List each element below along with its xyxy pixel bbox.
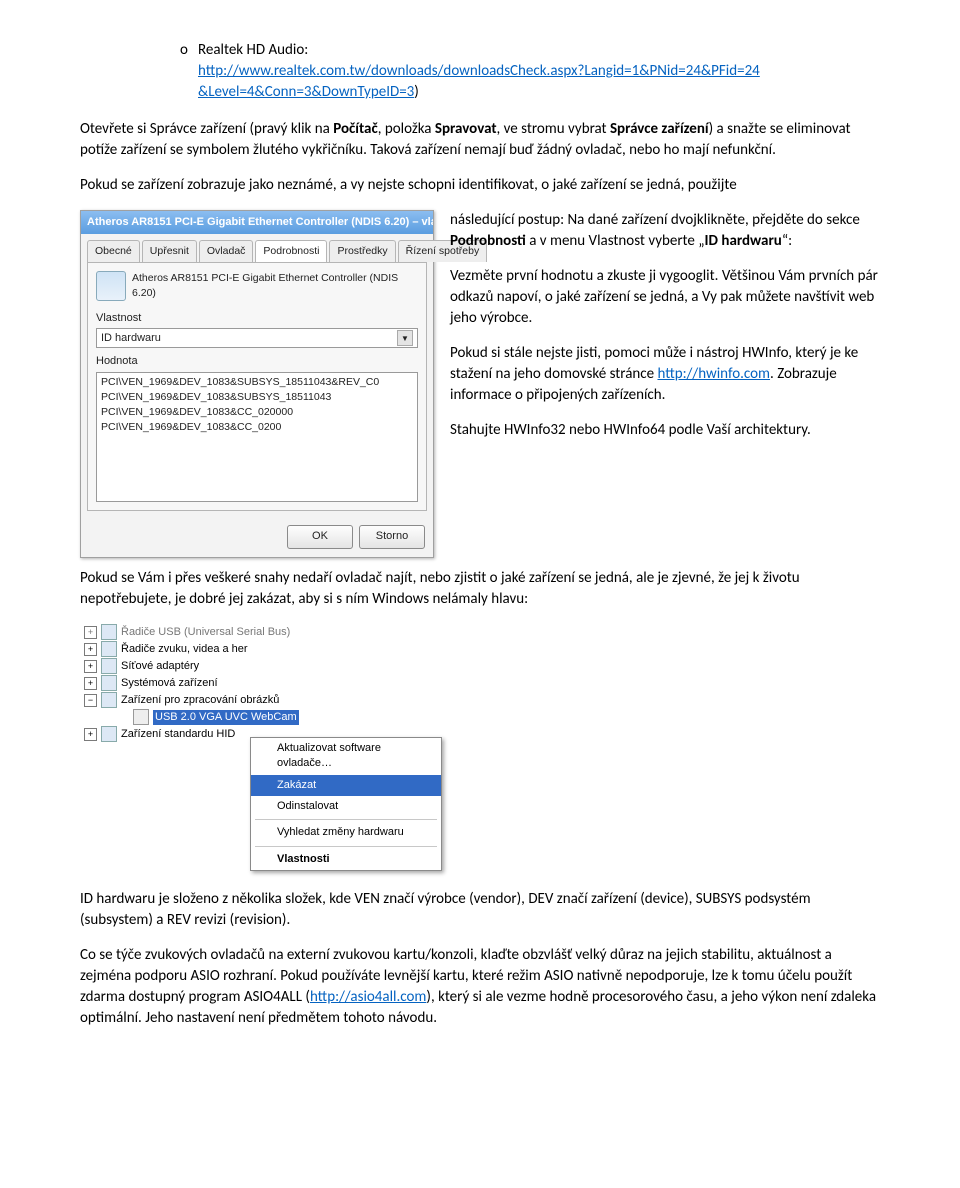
dialog-titlebar: Atheros AR8151 PCI-E Gigabit Ethernet Co… [81, 211, 433, 234]
realtek-label: Realtek HD Audio: [198, 40, 308, 61]
expand-icon[interactable]: + [84, 677, 97, 690]
realtek-link-line2[interactable]: &Level=4&Conn=3&DownTypeID=3 [198, 83, 414, 101]
ctx-disable[interactable]: Zakázat [251, 775, 441, 796]
expand-icon[interactable]: + [84, 626, 97, 639]
paragraph-asio: Co se týče zvukových ovladačů na externí… [80, 945, 880, 1029]
list-item[interactable]: PCI\VEN_1969&DEV_1083&CC_020000 [101, 405, 413, 420]
context-menu: Aktualizovat software ovladače… Zakázat … [250, 737, 442, 871]
tab-upresnit[interactable]: Upřesnit [142, 240, 197, 262]
tree-row-selected[interactable]: · USB 2.0 VGA UVC WebCam [80, 709, 880, 726]
device-category-icon [101, 641, 117, 657]
device-category-icon [101, 726, 117, 742]
tree-row[interactable]: + Řadiče zvuku, videa a her [80, 641, 880, 658]
kw-podrobnosti: Podrobnosti [450, 232, 526, 250]
ok-button[interactable]: OK [287, 525, 353, 549]
device-icon [96, 271, 126, 301]
hodnota-label: Hodnota [96, 354, 418, 369]
ctx-update-driver[interactable]: Aktualizovat software ovladače… [251, 738, 441, 775]
list-item[interactable]: PCI\VEN_1969&DEV_1083&CC_0200 [101, 420, 413, 435]
tree-row[interactable]: − Zařízení pro zpracování obrázků [80, 692, 880, 709]
cancel-button[interactable]: Storno [359, 525, 425, 549]
asio4all-link[interactable]: http://asio4all.com [310, 988, 426, 1006]
paragraph-disable: Pokud se Vám i přes veškeré snahy nedaří… [80, 568, 880, 610]
menu-separator [255, 819, 437, 820]
expand-icon[interactable]: + [84, 728, 97, 741]
kw-spravce-zarizeni: Správce zařízení [610, 120, 709, 138]
vlastnost-label: Vlastnost [96, 311, 418, 326]
realtek-link-close: ) [414, 83, 419, 101]
properties-dialog: Atheros AR8151 PCI-E Gigabit Ethernet Co… [80, 210, 434, 558]
kw-id-hardwaru: ID hardwaru [705, 232, 782, 250]
kw-pocitac: Počítač [333, 120, 378, 138]
paragraph-spravce: Otevřete si Správce zařízení (pravý klik… [80, 119, 880, 161]
device-category-icon [101, 624, 117, 640]
paragraph-unknown-device-lead: Pokud se zařízení zobrazuje jako neznámé… [80, 175, 880, 196]
tab-prostredky[interactable]: Prostředky [329, 240, 395, 262]
realtek-link-line1[interactable]: http://www.realtek.com.tw/downloads/down… [198, 62, 760, 80]
tree-row-cutoff: + Řadiče USB (Universal Serial Bus) [80, 624, 880, 641]
realtek-list-item: o Realtek HD Audio: http://www.realtek.c… [170, 40, 880, 103]
expand-icon[interactable]: + [84, 660, 97, 673]
tab-ovladac[interactable]: Ovladač [199, 240, 254, 262]
kw-spravovat: Spravovat [435, 120, 497, 138]
device-category-icon [101, 692, 117, 708]
hodnota-list[interactable]: PCI\VEN_1969&DEV_1083&SUBSYS_18511043&RE… [96, 372, 418, 502]
device-category-icon [101, 675, 117, 691]
dialog-tabs: Obecné Upřesnit Ovladač Podrobnosti Pros… [87, 240, 427, 262]
chevron-down-icon[interactable]: ▼ [397, 330, 413, 346]
tree-row[interactable]: + Systémová zařízení [80, 675, 880, 692]
ctx-scan-hardware[interactable]: Vyhledat změny hardwaru [251, 822, 441, 843]
ctx-properties[interactable]: Vlastnosti [251, 849, 441, 870]
hwinfo-link[interactable]: http://hwinfo.com [657, 365, 770, 383]
device-tree-screenshot: + Řadiče USB (Universal Serial Bus) + Řa… [80, 624, 880, 871]
device-name: Atheros AR8151 PCI-E Gigabit Ethernet Co… [132, 271, 418, 300]
paragraph-id-hw-explain: ID hardwaru je složeno z několika složek… [80, 889, 880, 931]
tab-obecne[interactable]: Obecné [87, 240, 140, 262]
list-item[interactable]: PCI\VEN_1969&DEV_1083&SUBSYS_18511043&RE… [101, 375, 413, 390]
menu-separator [255, 846, 437, 847]
tree-row[interactable]: + Síťové adaptéry [80, 658, 880, 675]
tab-podrobnosti[interactable]: Podrobnosti [255, 240, 327, 262]
bullet-glyph: o [170, 40, 198, 61]
device-category-icon [101, 658, 117, 674]
tree-row[interactable]: + Zařízení standardu HID [80, 726, 880, 743]
ctx-uninstall[interactable]: Odinstalovat [251, 796, 441, 817]
collapse-icon[interactable]: − [84, 694, 97, 707]
vlastnost-value: ID hardwaru [101, 331, 161, 346]
vlastnost-select[interactable]: ID hardwaru ▼ [96, 328, 418, 348]
expand-icon[interactable]: + [84, 643, 97, 656]
list-item[interactable]: PCI\VEN_1969&DEV_1083&SUBSYS_18511043 [101, 390, 413, 405]
device-icon [133, 709, 149, 725]
